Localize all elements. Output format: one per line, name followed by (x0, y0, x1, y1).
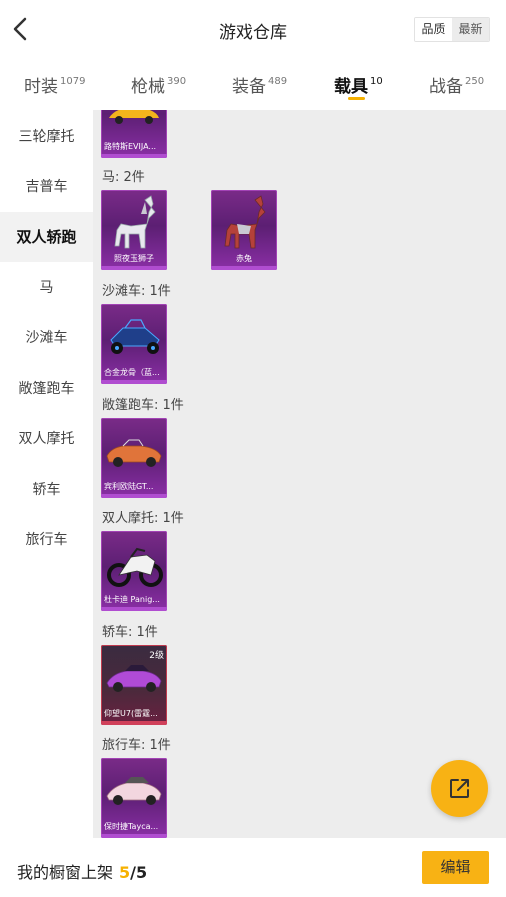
sidebar-item-jeep[interactable]: 吉普车 (0, 162, 93, 212)
sort-quality-button[interactable]: 品质 (415, 18, 452, 41)
sidebar-item-coupe[interactable]: 双人轿跑 (0, 212, 93, 262)
showcase-text: 我的橱窗上架 (17, 863, 114, 882)
item-card[interactable]: 杜卡迪 Panig... (101, 531, 167, 611)
edit-button[interactable]: 编辑 (422, 851, 489, 884)
showcase-total: 5 (136, 863, 148, 882)
showcase-count: 5 (119, 863, 131, 882)
item-name: 赤兔 (236, 254, 252, 263)
item-name: 杜卡迪 Panig... (104, 595, 160, 604)
sidebar-item-motorcycle[interactable]: 双人摩托 (0, 414, 93, 464)
sidebar-item-trike[interactable]: 三轮摩托 (0, 112, 93, 162)
item-name: 照夜玉狮子 (114, 254, 154, 263)
rarity-bar (101, 721, 167, 725)
item-card[interactable]: 保时捷Tayca... (101, 758, 167, 838)
rarity-bar (101, 266, 167, 270)
sort-toggle: 品质 最新 (414, 17, 490, 42)
sort-newest-button[interactable]: 最新 (452, 18, 489, 41)
item-card[interactable]: 宾利欧陆GT... (101, 418, 167, 498)
section-label: 双人摩托: 1件 (102, 511, 184, 526)
section-label: 沙滩车: 1件 (102, 284, 171, 299)
tab-vehicles[interactable]: 载具 10 (334, 72, 383, 97)
sidebar-item-buggy[interactable]: 沙滩车 (0, 313, 93, 363)
item-name: 仰望U7(雷霆... (104, 709, 158, 718)
item-card[interactable]: 照夜玉狮子 (101, 190, 167, 270)
item-card[interactable]: 2级 仰望U7(雷霆... (101, 645, 167, 725)
tab-fashion[interactable]: 时装 1079 (24, 72, 85, 97)
category-tabs: 时装 1079 枪械 390 装备 489 载具 10 战备 250 (0, 60, 506, 110)
section-label: 马: 2件 (102, 170, 145, 185)
rarity-bar (211, 266, 277, 270)
tab-equipment[interactable]: 装备 489 (232, 72, 287, 97)
rarity-bar (101, 494, 167, 498)
vehicle-grid: 路特斯EVIJA... 马: 2件 照夜玉狮子 赤兔 沙滩车: 1件 合金龙骨（… (93, 110, 506, 838)
share-icon (450, 779, 469, 798)
item-name: 保时捷Tayca... (104, 822, 159, 831)
item-name: 路特斯EVIJA... (104, 142, 157, 151)
share-button[interactable] (431, 760, 488, 817)
rarity-bar (101, 154, 167, 158)
section-label: 敞篷跑车: 1件 (102, 398, 184, 413)
sidebar-item-horse[interactable]: 马 (0, 263, 93, 313)
vehicle-type-sidebar: 三轮摩托 吉普车 双人轿跑 马 沙滩车 敞篷跑车 双人摩托 轿车 旅行车 (0, 110, 93, 838)
rarity-bar (101, 607, 167, 611)
item-card[interactable]: 路特斯EVIJA... (101, 110, 167, 158)
top-bar: 游戏仓库 品质 最新 (0, 0, 506, 60)
section-label: 旅行车: 1件 (102, 738, 171, 753)
tab-guns[interactable]: 枪械 390 (131, 72, 186, 97)
showcase-label: 我的橱窗上架 5/5 (17, 859, 147, 883)
rarity-bar (101, 380, 167, 384)
showcase-footer: 我的橱窗上架 5/5 编辑 (0, 838, 506, 897)
item-name: 宾利欧陆GT... (104, 482, 154, 491)
tab-supplies[interactable]: 战备 250 (429, 72, 484, 97)
active-tab-indicator (348, 97, 365, 100)
item-card[interactable]: 赤兔 (211, 190, 277, 270)
item-card[interactable]: 合金龙骨（蓝... (101, 304, 167, 384)
section-label: 轿车: 1件 (102, 625, 158, 640)
sidebar-item-sedan[interactable]: 轿车 (0, 465, 93, 515)
sidebar-item-wagon[interactable]: 旅行车 (0, 515, 93, 565)
item-name: 合金龙骨（蓝... (104, 368, 160, 377)
sidebar-item-convertible[interactable]: 敞篷跑车 (0, 364, 93, 414)
item-level-badge: 2级 (149, 651, 164, 661)
